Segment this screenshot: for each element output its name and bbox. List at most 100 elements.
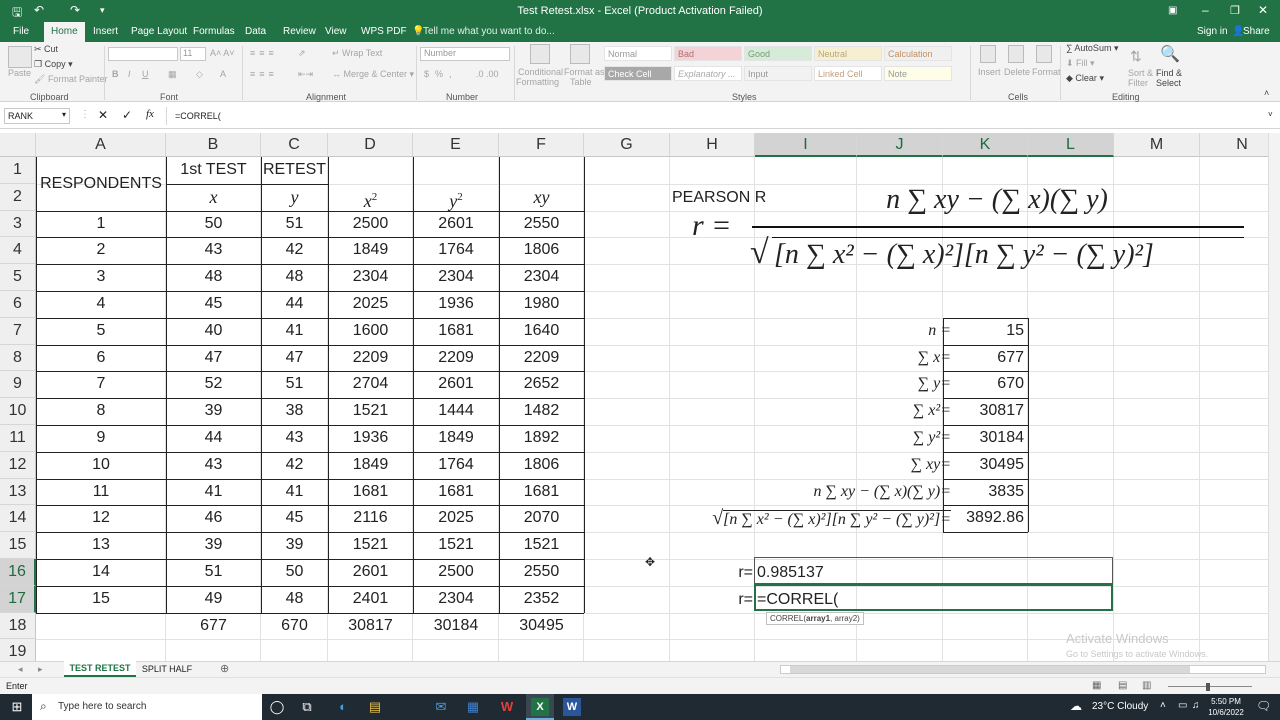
sort-filter-button[interactable]: Sort & (1128, 68, 1153, 78)
mail-icon[interactable]: ✉ (432, 698, 450, 716)
tab-file[interactable]: File (6, 22, 36, 42)
tab-page-layout[interactable]: Page Layout (124, 22, 194, 42)
table-cell[interactable]: 45 (166, 291, 261, 318)
table-cell[interactable]: 2 (36, 237, 166, 264)
table-cell[interactable]: 1764 (413, 452, 499, 479)
table-cell[interactable]: 2401 (328, 586, 413, 613)
tray-up-icon[interactable]: ˄ (1160, 700, 1166, 711)
find-select-button[interactable]: Find & (1156, 68, 1182, 78)
edge-icon[interactable]: ◐ (334, 698, 352, 716)
italic-button[interactable]: I (128, 69, 131, 79)
sheet-next-icon[interactable]: ▸ (38, 664, 43, 675)
table-cell[interactable]: 2550 (499, 211, 584, 238)
row-header-4[interactable]: 4 (0, 237, 36, 265)
summary-value[interactable]: 670 (943, 371, 1024, 398)
table-cell[interactable]: 15 (36, 586, 166, 613)
table-cell[interactable]: 1521 (328, 532, 413, 559)
summary-value[interactable]: 30184 (943, 425, 1025, 452)
row-header-12[interactable]: 12 (0, 451, 36, 479)
table-cell[interactable]: 1640 (499, 318, 584, 345)
table-cell[interactable]: 47 (166, 345, 261, 372)
tab-review[interactable]: Review (276, 22, 323, 42)
vertical-scrollbar[interactable] (1268, 133, 1280, 661)
table-cell[interactable]: 11 (36, 479, 166, 506)
column-header-m[interactable]: M (1114, 133, 1200, 157)
weather-text[interactable]: 23°C Cloudy (1092, 701, 1148, 712)
row-header-16[interactable]: 16 (0, 559, 36, 586)
table-cell[interactable]: 1936 (328, 425, 413, 452)
table-cell[interactable]: 2070 (499, 505, 584, 532)
copy-button[interactable]: ❐ Copy ▾ (34, 59, 73, 70)
name-box-dropdown-icon[interactable]: ▾ (62, 110, 66, 119)
close-icon[interactable]: ✕ (1258, 3, 1268, 17)
column-header-f[interactable]: F (499, 133, 584, 157)
merge-center-button[interactable]: ↔ Merge & Center ▾ (332, 69, 414, 80)
file-explorer-icon[interactable]: ▤ (366, 698, 384, 716)
wps-icon[interactable]: W (498, 698, 516, 716)
row-header-5[interactable]: 5 (0, 264, 36, 291)
row-header-17[interactable]: 17 (0, 585, 36, 613)
table-cell[interactable]: 3 (36, 264, 166, 291)
table-cell[interactable]: 1892 (499, 425, 584, 452)
table-cell[interactable]: 39 (166, 532, 261, 559)
insert-cells-button[interactable]: Insert (978, 67, 1001, 77)
name-box[interactable]: RANK (4, 108, 70, 124)
tab-insert[interactable]: Insert (86, 22, 125, 42)
borders-icon[interactable]: ▦ (168, 69, 177, 80)
fill-button[interactable]: ⬇ Fill ▾ (1066, 58, 1095, 69)
ribbon-options-icon[interactable]: ▣ (1168, 5, 1177, 16)
clear-button[interactable]: ◆ Clear ▾ (1066, 73, 1104, 84)
windows-start-icon[interactable]: ⊞ (8, 698, 26, 716)
total-cell[interactable]: 677 (166, 613, 261, 640)
page-layout-view-icon[interactable]: ▤ (1118, 680, 1127, 691)
font-grow-icon[interactable]: A˄ A˅ (210, 48, 235, 58)
table-cell[interactable]: 48 (166, 264, 261, 291)
row-header-9[interactable]: 9 (0, 371, 36, 399)
table-cell[interactable]: 2601 (328, 559, 413, 586)
format-as-table-button[interactable]: Format as (564, 67, 605, 77)
underline-button[interactable]: U (142, 69, 149, 79)
header-respondents[interactable]: RESPONDENTS (36, 157, 166, 211)
font-name-select[interactable] (108, 47, 178, 61)
table-cell[interactable]: 2116 (328, 505, 413, 532)
header-first-test[interactable]: 1st TEST (166, 157, 261, 184)
row-header-13[interactable]: 13 (0, 478, 36, 506)
summary-value[interactable]: 30817 (943, 398, 1025, 425)
tell-me-search[interactable]: Tell me what you want to do... (416, 22, 562, 42)
table-cell[interactable]: 2304 (413, 586, 499, 613)
format-cells-icon[interactable] (1036, 45, 1052, 63)
table-cell[interactable]: 2304 (499, 264, 584, 291)
style-linked-cell[interactable]: Linked Cell (814, 66, 882, 81)
enter-icon[interactable]: ✓ (122, 108, 132, 122)
table-cell[interactable]: 5 (36, 318, 166, 345)
table-cell[interactable]: 50 (261, 559, 328, 586)
table-cell[interactable]: 8 (36, 398, 166, 425)
tab-home[interactable]: Home (44, 22, 85, 42)
column-header-i[interactable]: I (755, 133, 857, 157)
summary-label[interactable]: n ∑ xy − (∑ x)(∑ y)= (813, 479, 951, 506)
header-retest[interactable]: RETEST (261, 157, 328, 184)
formula-input[interactable]: =CORREL( (166, 107, 1266, 125)
table-cell[interactable]: 1681 (413, 479, 499, 506)
column-header-b[interactable]: B (166, 133, 261, 157)
table-cell[interactable]: 1 (36, 211, 166, 238)
summary-value[interactable]: 677 (943, 345, 1024, 372)
style-calculation[interactable]: Calculation (884, 46, 952, 61)
table-cell[interactable]: 7 (36, 371, 166, 398)
table-cell[interactable]: 50 (166, 211, 261, 238)
table-cell[interactable]: 10 (36, 452, 166, 479)
cut-button[interactable]: ✂ Cut (34, 44, 58, 55)
column-header-h[interactable]: H (670, 133, 755, 157)
table-cell[interactable]: 45 (261, 505, 328, 532)
table-cell[interactable]: 13 (36, 532, 166, 559)
style-explanatory[interactable]: Explanatory ... (674, 66, 742, 81)
collapse-ribbon-icon[interactable]: ˄ (1264, 88, 1269, 98)
table-cell[interactable]: 44 (261, 291, 328, 318)
total-cell[interactable]: 30495 (499, 613, 584, 640)
style-check-cell[interactable]: Check Cell (604, 66, 672, 81)
row-header-2[interactable]: 2 (0, 183, 36, 211)
table-cell[interactable]: 47 (261, 345, 328, 372)
table-cell[interactable]: 1482 (499, 398, 584, 425)
row-header-15[interactable]: 15 (0, 532, 36, 559)
r-label-2[interactable]: r= (670, 587, 753, 614)
